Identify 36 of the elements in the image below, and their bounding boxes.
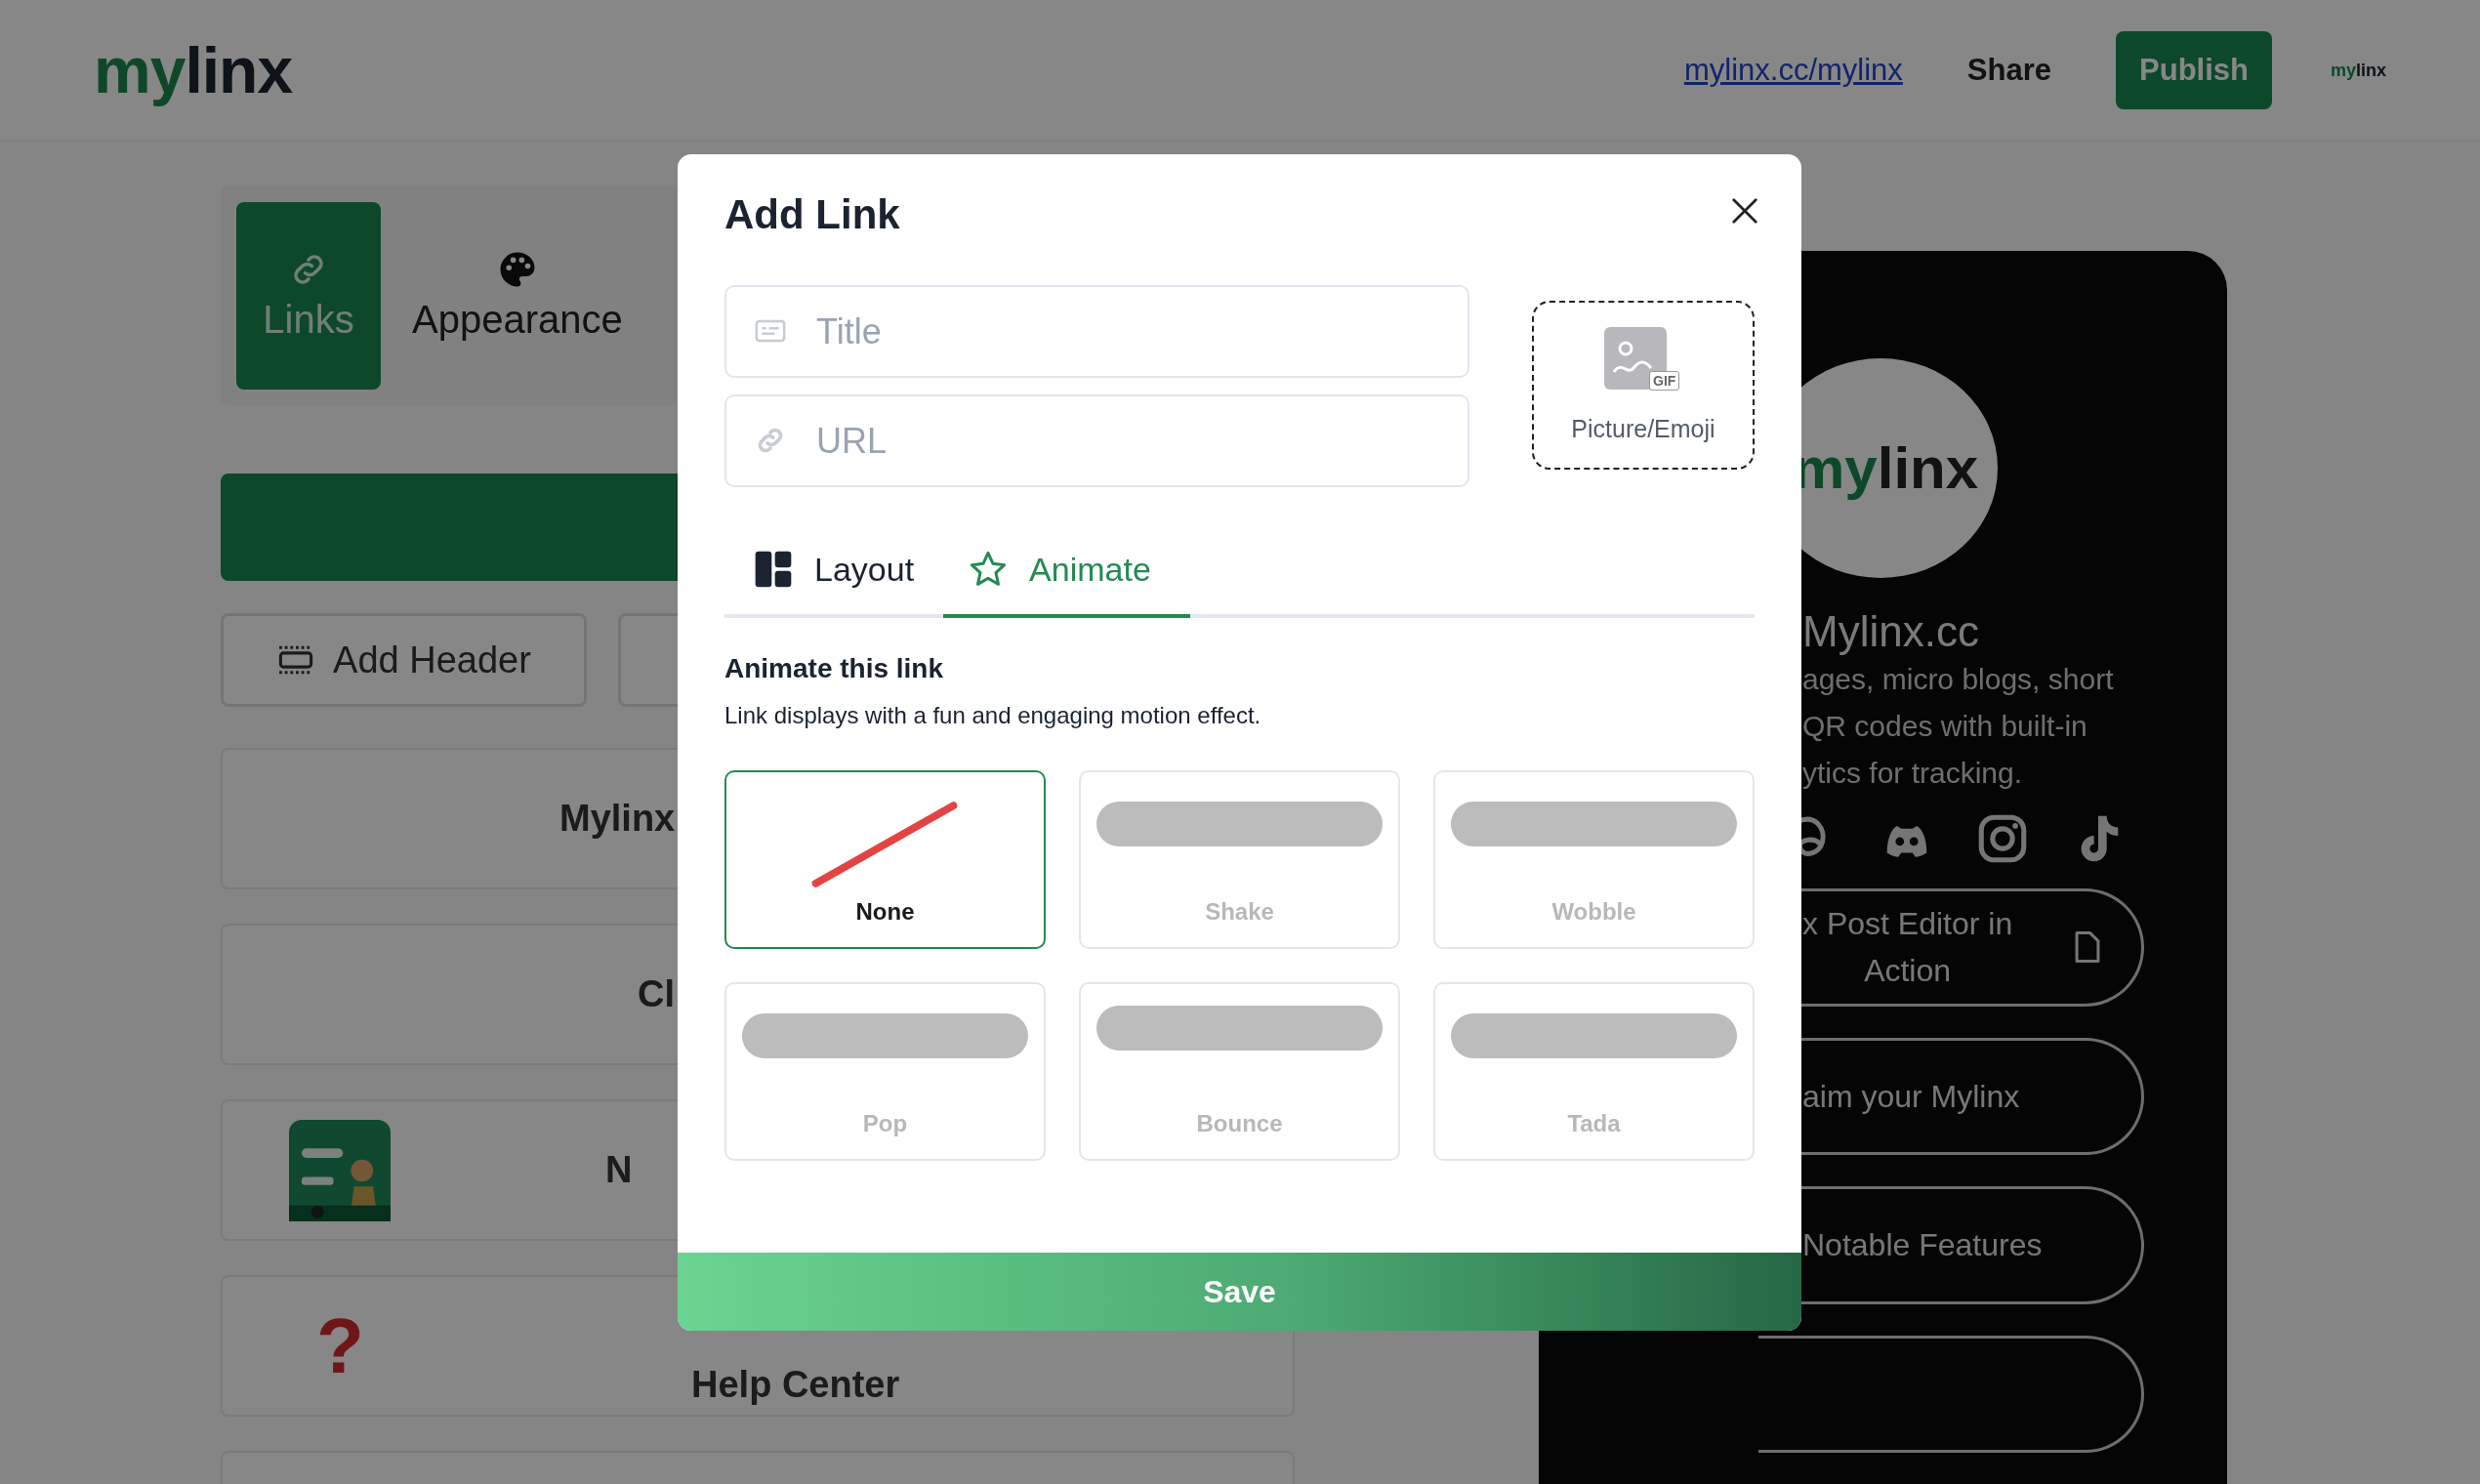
dialog-tab[interactable]: Layout [724, 524, 944, 618]
question-mark: ? [316, 1300, 364, 1391]
add-header-button[interactable]: Add Header [221, 613, 587, 707]
preview-link-text: aim your Mylinx [1802, 1077, 2020, 1116]
bio-text: ytics for tracking. [1802, 756, 2024, 792]
profile-link[interactable]: mylinx.cc/mylinx [1683, 53, 1903, 88]
avatar-logo[interactable]: mylinx [2330, 60, 2386, 81]
preview-link-button[interactable] [1758, 1335, 2144, 1453]
preview-link-text: Notable Features [1802, 1226, 2043, 1265]
publish-button[interactable]: Publish [2116, 31, 2272, 109]
file-icon [2073, 930, 2102, 965]
picture-upload-button[interactable]: GIF Picture/Emoji [1532, 301, 1755, 470]
link-title: Help Center [691, 1363, 900, 1406]
text-field[interactable]: URL [724, 394, 1469, 487]
preview-link-text: x Post Editor in [1802, 905, 2013, 944]
section-title: Animate this link [724, 653, 945, 684]
animation-option[interactable]: None [724, 770, 1046, 949]
dialog-title: Add Link [724, 191, 900, 238]
star-icon [969, 550, 1009, 589]
text-field[interactable]: Title [724, 285, 1469, 378]
profile-name: Mylinx.cc [1802, 607, 1980, 657]
link-title: Cl [638, 973, 675, 1015]
layout-icon [754, 550, 793, 589]
link-title: Mylinx [559, 798, 676, 840]
preview-link-text: Action [1864, 952, 1952, 991]
link-title: N [605, 1149, 633, 1191]
editor-tab[interactable]: Links [236, 201, 381, 390]
share-button[interactable]: Share [1961, 52, 2057, 89]
bio-text: ages, micro blogs, short [1802, 662, 2115, 698]
save-button[interactable]: Save [678, 1253, 1801, 1331]
bio-text: QR codes with built-in [1802, 709, 2088, 745]
logo[interactable]: mylinx [94, 33, 293, 107]
dialog-tab[interactable]: Animate [943, 524, 1190, 618]
section-description: Link displays with a fun and engaging motion effect. [724, 702, 1262, 729]
close-icon[interactable] [1730, 196, 1759, 226]
editor-tab[interactable]: Appearance [396, 201, 639, 390]
